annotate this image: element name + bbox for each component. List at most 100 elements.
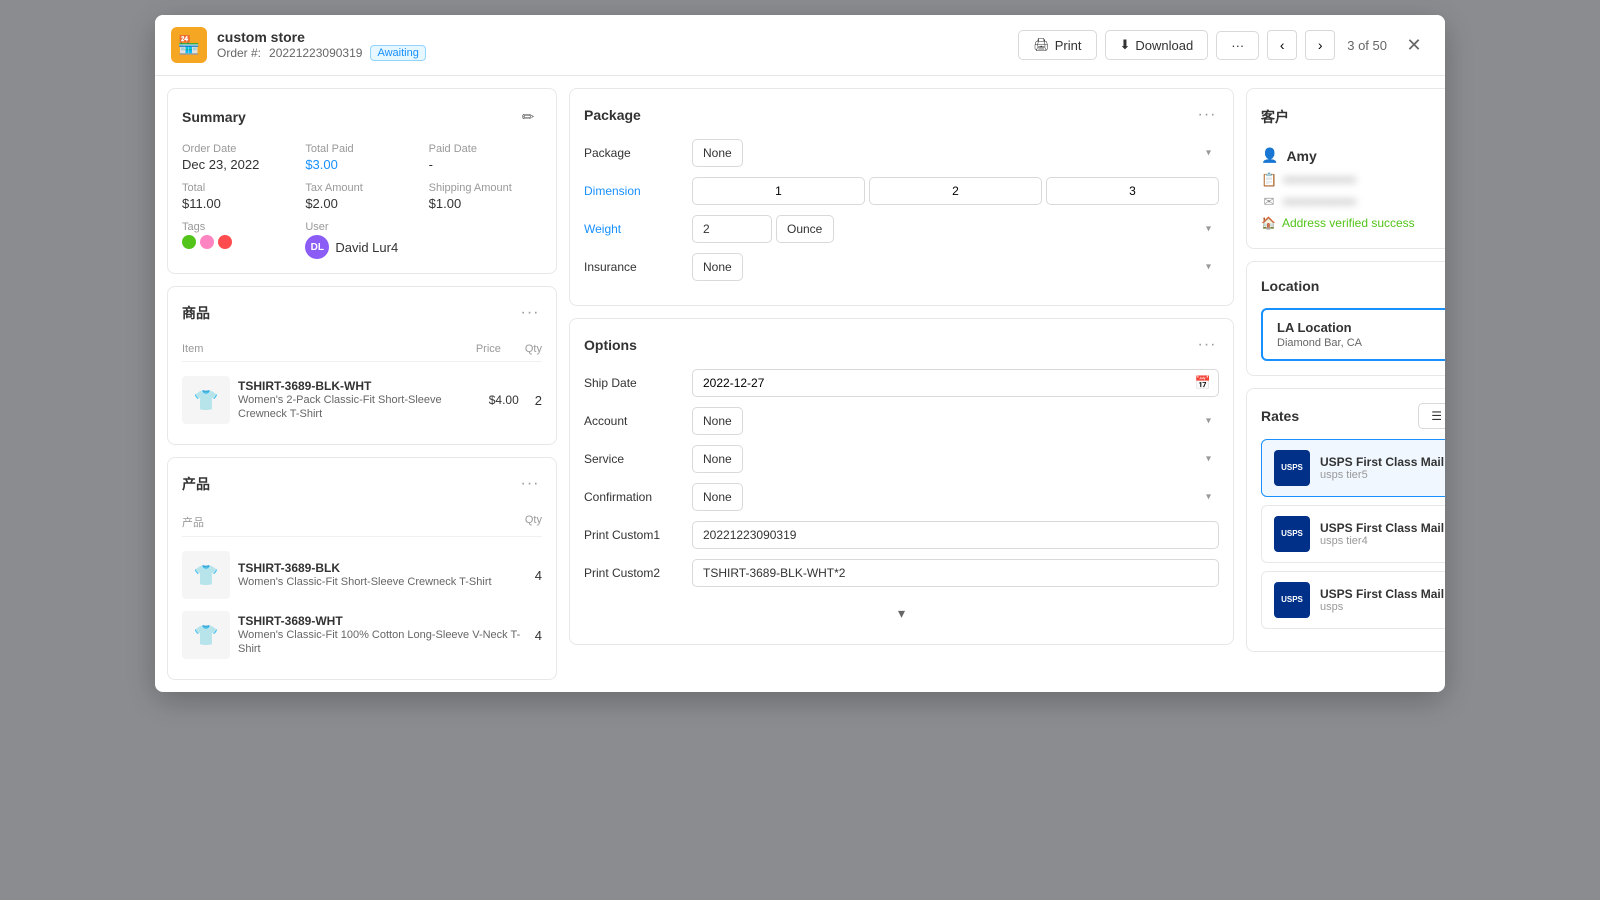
user-name: David Lur4: [335, 240, 398, 255]
order-label: Order #:: [217, 46, 261, 60]
tax-label: Tax Amount: [305, 182, 418, 194]
items-more-button[interactable]: ···: [518, 301, 542, 325]
modal-body: Summary ✏ Order Date Dec 23, 2022 Total …: [155, 76, 1445, 692]
rate-name-3: USPS First Class Mail: [1320, 587, 1445, 601]
confirmation-select-wrapper: None: [692, 483, 1219, 511]
customer-phone-row: 📋 ●●●●●●●●●●● ●●●●●●●●●●●●: [1261, 172, 1445, 188]
ship-date-input[interactable]: [692, 369, 1219, 397]
rate-card-2[interactable]: USPS USPS First Class Mail usps tier4 $3…: [1261, 505, 1445, 563]
package-more-button[interactable]: ···: [1195, 103, 1219, 127]
account-row: Account None: [584, 407, 1219, 435]
prev-button[interactable]: ‹: [1267, 30, 1297, 60]
col-price: Price: [476, 343, 501, 355]
package-label: Package: [584, 146, 684, 160]
tag-pink: [200, 235, 214, 249]
ship-date-row: Ship Date 📅: [584, 369, 1219, 397]
print-button[interactable]: 🖨 Print: [1018, 30, 1096, 60]
rate-card-1[interactable]: USPS USPS First Class Mail usps tier5 $3…: [1261, 439, 1445, 497]
rates-header: Rates ☰ List Rate 🏷 Buy Label: [1261, 403, 1445, 429]
paid-date-value: -: [429, 157, 542, 172]
confirmation-row: Confirmation None: [584, 483, 1219, 511]
product-sku-1: TSHIRT-3689-BLK: [238, 561, 527, 575]
print-label: Print: [1055, 38, 1082, 53]
phone-icon: 📋: [1261, 172, 1277, 188]
store-icon: 🏪: [171, 27, 207, 63]
expand-options-button[interactable]: ▾: [584, 597, 1219, 630]
order-number: 20221223090319: [269, 46, 362, 60]
insurance-select-wrapper: None: [692, 253, 1219, 281]
dim-3-input[interactable]: [1046, 177, 1219, 205]
ellipsis-icon: ···: [1231, 38, 1244, 53]
user-row: DL David Lur4: [305, 235, 418, 259]
next-button[interactable]: ›: [1305, 30, 1335, 60]
options-more-button[interactable]: ···: [1195, 333, 1219, 357]
weight-group: Ounce: [692, 215, 1219, 243]
item-sku: TSHIRT-3689-BLK-WHT: [238, 379, 481, 393]
location-detail: Diamond Bar, CA: [1277, 337, 1445, 349]
summary-header: Summary ✏: [182, 103, 542, 131]
rate-info-2: USPS First Class Mail usps tier4: [1320, 521, 1445, 547]
summary-edit-button[interactable]: ✏: [514, 103, 542, 131]
summary-card: Summary ✏ Order Date Dec 23, 2022 Total …: [167, 88, 557, 274]
product-image-1: 👕: [182, 551, 230, 599]
weight-input[interactable]: [692, 215, 772, 243]
tags-label: Tags: [182, 221, 295, 233]
service-select[interactable]: None: [692, 445, 743, 473]
dim-1-input[interactable]: [692, 177, 865, 205]
confirmation-select[interactable]: None: [692, 483, 743, 511]
print-custom1-input[interactable]: [692, 521, 1219, 549]
store-info: custom store Order #: 20221223090319 Awa…: [217, 29, 1018, 61]
location-option[interactable]: LA Location 538 km Diamond Bar, CA: [1261, 308, 1445, 361]
usps-logo-1: USPS: [1274, 450, 1310, 486]
page-indicator: 3 of 50: [1343, 38, 1391, 53]
list-rate-button[interactable]: ☰ List Rate: [1418, 403, 1445, 429]
download-button[interactable]: ⬇ Download: [1105, 30, 1209, 60]
items-header: 商品 ···: [182, 301, 542, 325]
verified-icon: 🏠: [1261, 216, 1276, 230]
order-date-item: Order Date Dec 23, 2022: [182, 143, 295, 172]
print-custom2-row: Print Custom2: [584, 559, 1219, 587]
rates-title: Rates: [1261, 408, 1299, 424]
product-info-1: TSHIRT-3689-BLK Women's Classic-Fit Shor…: [238, 561, 527, 589]
product-sku-2: TSHIRT-3689-WHT: [238, 614, 527, 628]
print-custom2-label: Print Custom2: [584, 566, 684, 580]
avatar: DL: [305, 235, 329, 259]
rate-name-1: USPS First Class Mail: [1320, 455, 1445, 469]
col-product: 产品: [182, 514, 204, 530]
user-label: User: [305, 221, 418, 233]
product-row-2: 👕 TSHIRT-3689-WHT Women's Classic-Fit 10…: [182, 605, 542, 665]
total-item: Total $11.00: [182, 182, 295, 211]
rate-card-3[interactable]: USPS USPS First Class Mail usps $3.64 3 …: [1261, 571, 1445, 629]
items-title: 商品: [182, 303, 210, 323]
products-more-button[interactable]: ···: [518, 472, 542, 496]
more-options-button[interactable]: ···: [1216, 31, 1259, 60]
rate-tier-2: usps tier4: [1320, 535, 1445, 547]
customer-phone: ●●●●●●●●●●●: [1283, 174, 1356, 186]
dimension-group: [692, 177, 1219, 205]
person-icon: 👤: [1261, 147, 1278, 164]
customer-card: 客户 ✏ 🏠 👤 Amy 📋 ●●●●●●●●●●●: [1246, 88, 1445, 249]
package-header: Package ···: [584, 103, 1219, 127]
package-select[interactable]: None: [692, 139, 743, 167]
package-select-wrapper: None: [692, 139, 1219, 167]
account-select[interactable]: None: [692, 407, 743, 435]
order-line: Order #: 20221223090319 Awaiting: [217, 45, 1018, 61]
print-custom2-input[interactable]: [692, 559, 1219, 587]
total-label: Total: [182, 182, 295, 194]
items-table-header: Item Price Qty: [182, 337, 542, 362]
insurance-select[interactable]: None: [692, 253, 743, 281]
close-button[interactable]: ✕: [1399, 30, 1429, 60]
weight-unit-select[interactable]: Ounce: [776, 215, 834, 243]
item-image: 👕: [182, 376, 230, 424]
middle-column: Package ··· Package None Dimension: [569, 88, 1234, 680]
download-label: Download: [1135, 38, 1193, 53]
item-row: 👕 TSHIRT-3689-BLK-WHT Women's 2-Pack Cla…: [182, 370, 542, 430]
paid-date-item: Paid Date -: [429, 143, 542, 172]
product-name-1: Women's Classic-Fit Short-Sleeve Crewnec…: [238, 575, 527, 589]
service-row: Service None: [584, 445, 1219, 473]
summary-grid: Order Date Dec 23, 2022 Total Paid $3.00…: [182, 143, 542, 259]
total-paid-item: Total Paid $3.00: [305, 143, 418, 172]
tags-item: Tags: [182, 221, 295, 259]
dim-2-input[interactable]: [869, 177, 1042, 205]
rate-actions: ☰ List Rate 🏷 Buy Label: [1418, 403, 1445, 429]
